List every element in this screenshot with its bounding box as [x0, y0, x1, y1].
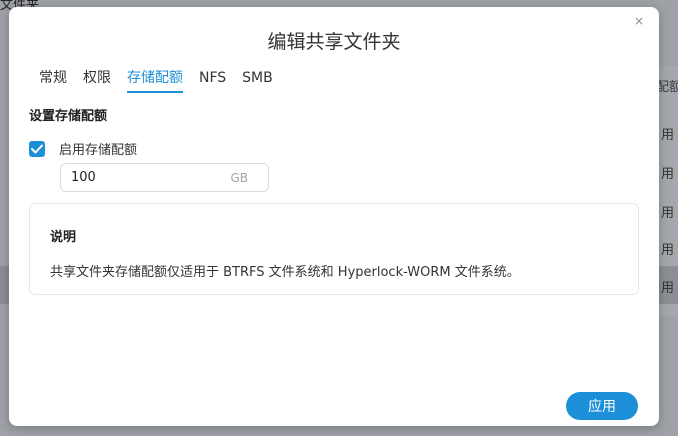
enable-quota-row: 启用存储配额 [29, 139, 137, 158]
enable-quota-checkbox[interactable] [29, 140, 45, 157]
tab-storage-quota[interactable]: 存储配额 [127, 67, 183, 93]
quota-size-input[interactable]: 100 GB [60, 163, 269, 192]
background-column-header: 配额 [656, 80, 678, 95]
background-row-text: 用 [660, 167, 674, 182]
background-row-text: 用 [660, 128, 674, 143]
dialog-title: 编辑共享文件夹 [267, 31, 401, 53]
background-row-text: 用 [660, 281, 674, 296]
background-row-text: 用 [660, 243, 674, 258]
edit-shared-folder-dialog: 编辑共享文件夹 × 常规 权限 存储配额 NFS SMB 设置存储配额 启用存储… [9, 7, 659, 426]
tab-bar: 常规 权限 存储配额 NFS SMB [39, 67, 289, 93]
info-text: 共享文件夹存储配额仅适用于 BTRFS 文件系统和 Hyperlock-WORM… [50, 265, 520, 280]
tab-nfs[interactable]: NFS [199, 67, 226, 93]
quota-value[interactable]: 100 [71, 170, 230, 185]
enable-quota-label: 启用存储配额 [59, 143, 138, 158]
checkmark-icon [31, 144, 43, 153]
quota-unit: GB [230, 170, 248, 185]
background-row-text: 用 [660, 206, 674, 221]
tab-permissions[interactable]: 权限 [83, 67, 111, 93]
close-button[interactable]: × [631, 13, 647, 29]
apply-button[interactable]: 应用 [566, 392, 638, 420]
info-title: 说明 [50, 230, 77, 245]
section-title: 设置存储配额 [29, 109, 108, 124]
info-box: 说明 共享文件夹存储配额仅适用于 BTRFS 文件系统和 Hyperlock-W… [29, 203, 639, 295]
tab-general[interactable]: 常规 [39, 67, 67, 93]
tab-smb[interactable]: SMB [242, 67, 273, 93]
close-icon: × [633, 14, 645, 28]
